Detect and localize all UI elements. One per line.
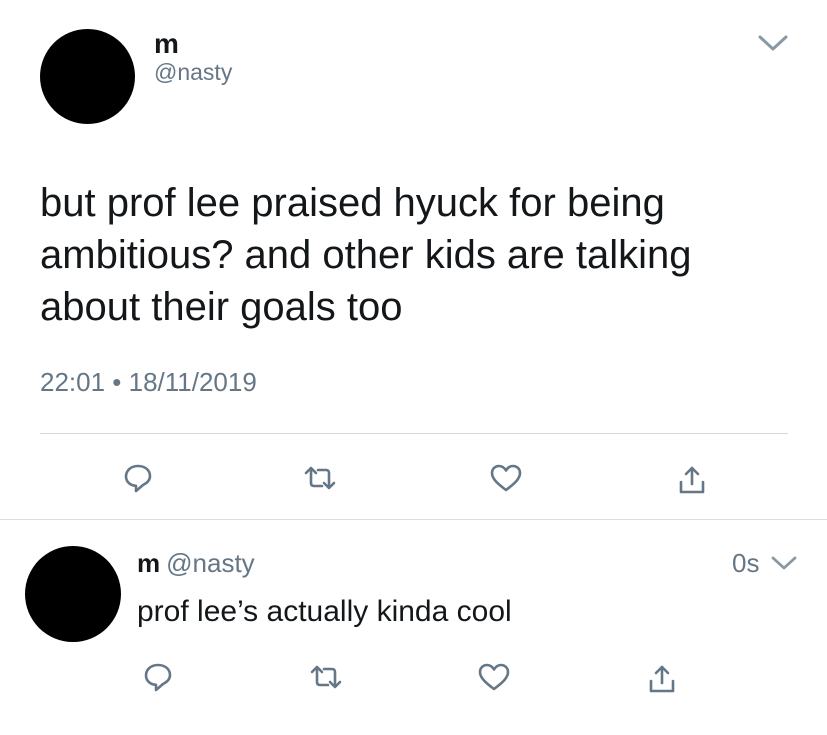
retweet-button[interactable] (306, 657, 346, 697)
reply-icon (124, 464, 152, 493)
reply-button[interactable] (118, 458, 158, 498)
author-name[interactable]: m (154, 28, 179, 60)
reply-author-handle[interactable]: @nasty (166, 548, 255, 578)
like-button[interactable] (474, 657, 514, 697)
reply-button[interactable] (138, 657, 178, 697)
reply-time: 0s (732, 548, 760, 578)
share-button[interactable] (642, 659, 682, 699)
reply-text: prof lee’s actually kinda cool (137, 595, 512, 628)
tweet-text: but prof lee praised hyuck for being amb… (40, 181, 692, 329)
share-button[interactable] (672, 460, 712, 500)
reply-avatar[interactable] (25, 546, 121, 642)
heart-icon (490, 464, 522, 492)
avatar[interactable] (40, 29, 135, 124)
chevron-down-icon[interactable] (758, 34, 788, 52)
reply-header: m @nasty (137, 548, 255, 578)
retweet-icon (304, 466, 336, 490)
share-icon (649, 665, 675, 693)
tweet-separator (0, 519, 827, 520)
divider (40, 433, 788, 434)
author-handle[interactable]: @nasty (154, 58, 232, 86)
retweet-button[interactable] (300, 458, 340, 498)
reply-icon (144, 663, 172, 692)
retweet-icon (310, 665, 342, 689)
tweet-timestamp[interactable]: 22:01 • 18/11/2019 (40, 366, 257, 398)
like-button[interactable] (486, 458, 526, 498)
chevron-down-icon[interactable] (771, 555, 797, 571)
heart-icon (478, 663, 510, 691)
reply-author-name[interactable]: m (137, 548, 160, 578)
share-icon (679, 466, 705, 494)
